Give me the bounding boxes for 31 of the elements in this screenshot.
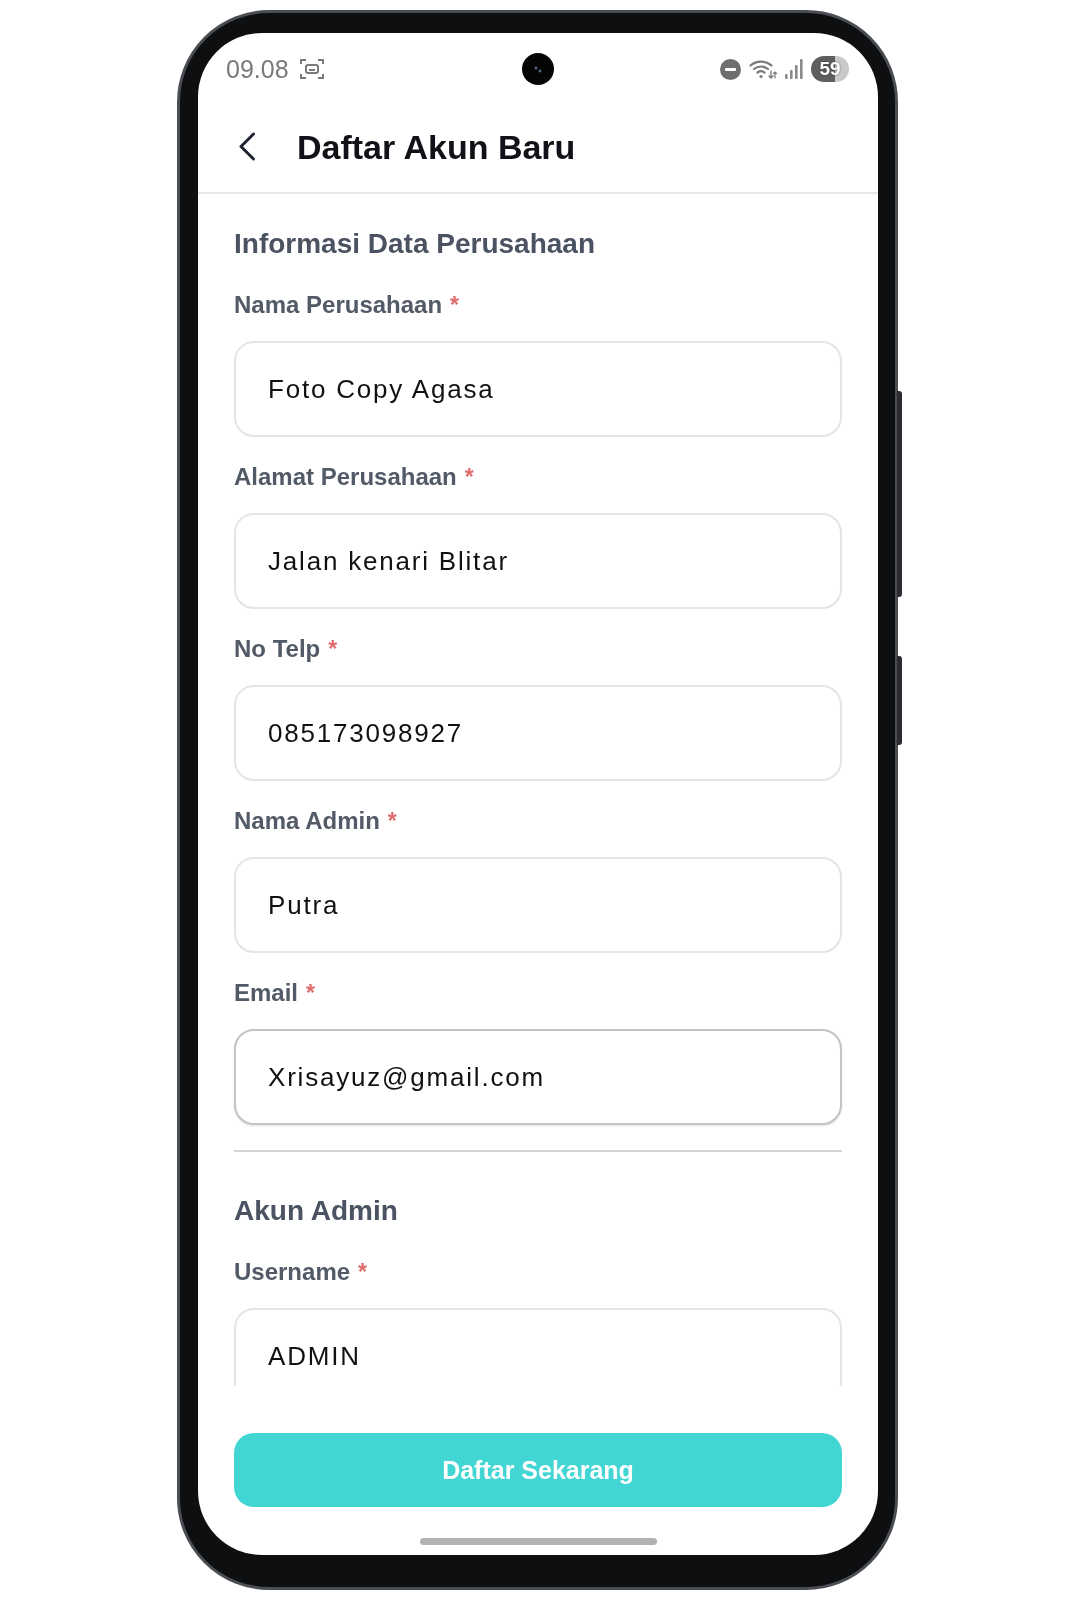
required-asterisk: *	[306, 979, 315, 1008]
field-label: Nama Admin	[234, 806, 380, 836]
required-asterisk: *	[328, 635, 338, 664]
field-label: Alamat Perusahaan	[234, 462, 457, 492]
do-not-disturb-icon	[720, 58, 741, 80]
side-button[interactable]	[897, 391, 902, 597]
input-field[interactable]: 085173098927	[234, 685, 842, 781]
input-field[interactable]: Foto Copy Agasa	[234, 341, 842, 437]
section-title: Informasi Data Perusahaan	[234, 228, 597, 260]
input-field[interactable]: Xrisayuz@gmail.com	[234, 1029, 842, 1125]
wifi-icon	[749, 58, 777, 80]
required-asterisk: *	[387, 807, 397, 836]
field-label: No Telp	[234, 634, 321, 664]
page-title: Daftar Akun Baru	[297, 126, 576, 167]
screenshot-icon	[299, 58, 324, 80]
field-label: Username	[234, 1257, 351, 1287]
input-field[interactable]: Jalan kenari Blitar	[234, 513, 842, 609]
status-time: 09.08	[226, 54, 289, 84]
front-camera-icon	[522, 53, 554, 85]
side-button[interactable]	[897, 656, 902, 745]
signal-icon	[785, 59, 803, 79]
back-button[interactable]	[238, 132, 256, 161]
field-label: Email	[234, 978, 299, 1008]
back-icon	[238, 132, 256, 161]
required-asterisk: *	[464, 463, 474, 492]
section-title: Akun Admin	[234, 1195, 399, 1227]
input-field[interactable]: Putra	[234, 857, 842, 953]
field-label: Nama Perusahaan	[234, 290, 443, 320]
required-asterisk: *	[358, 1258, 367, 1287]
input-field[interactable]: ADMIN	[234, 1308, 842, 1386]
required-asterisk: *	[450, 291, 460, 320]
